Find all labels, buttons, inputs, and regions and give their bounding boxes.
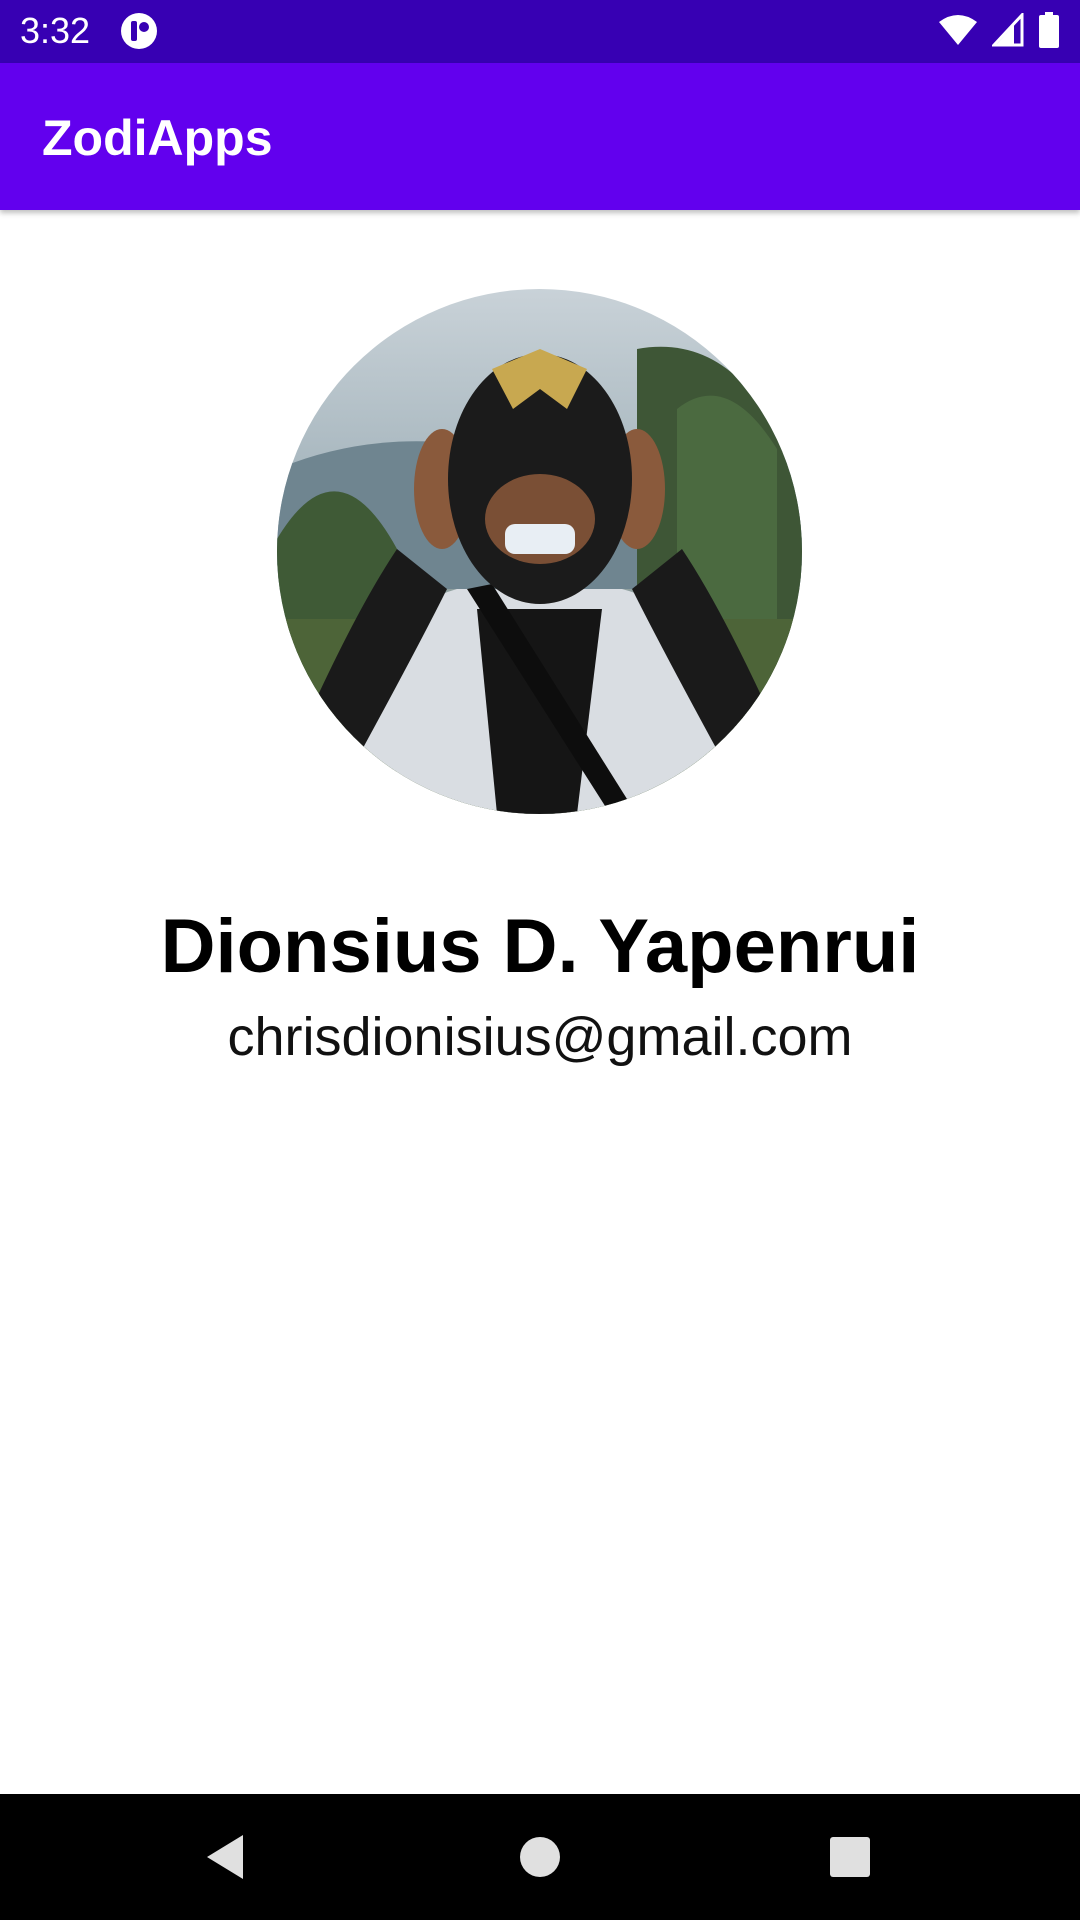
recents-icon[interactable] — [820, 1827, 880, 1887]
app-bar: ZodiApps — [0, 63, 1080, 210]
cellular-signal-icon — [990, 10, 1024, 52]
status-bar: 3:32 — [0, 0, 1080, 63]
profile-photo — [277, 289, 802, 814]
back-icon[interactable] — [195, 1827, 255, 1887]
battery-icon — [1038, 11, 1060, 53]
navigation-bar — [0, 1794, 1080, 1920]
screen: 3:32 ZodiApps Dionsius D. Yapenrui chris… — [0, 0, 1080, 1920]
profile-name: Dionsius D. Yapenrui — [160, 904, 920, 989]
app-title: ZodiApps — [42, 110, 273, 166]
status-icons — [938, 10, 1060, 53]
profile-email: chrisdionisius@gmail.com — [227, 1007, 853, 1067]
home-icon[interactable] — [510, 1827, 570, 1887]
wifi-icon — [938, 14, 978, 51]
app-notification-icon — [120, 12, 158, 50]
status-time: 3:32 — [20, 10, 91, 51]
